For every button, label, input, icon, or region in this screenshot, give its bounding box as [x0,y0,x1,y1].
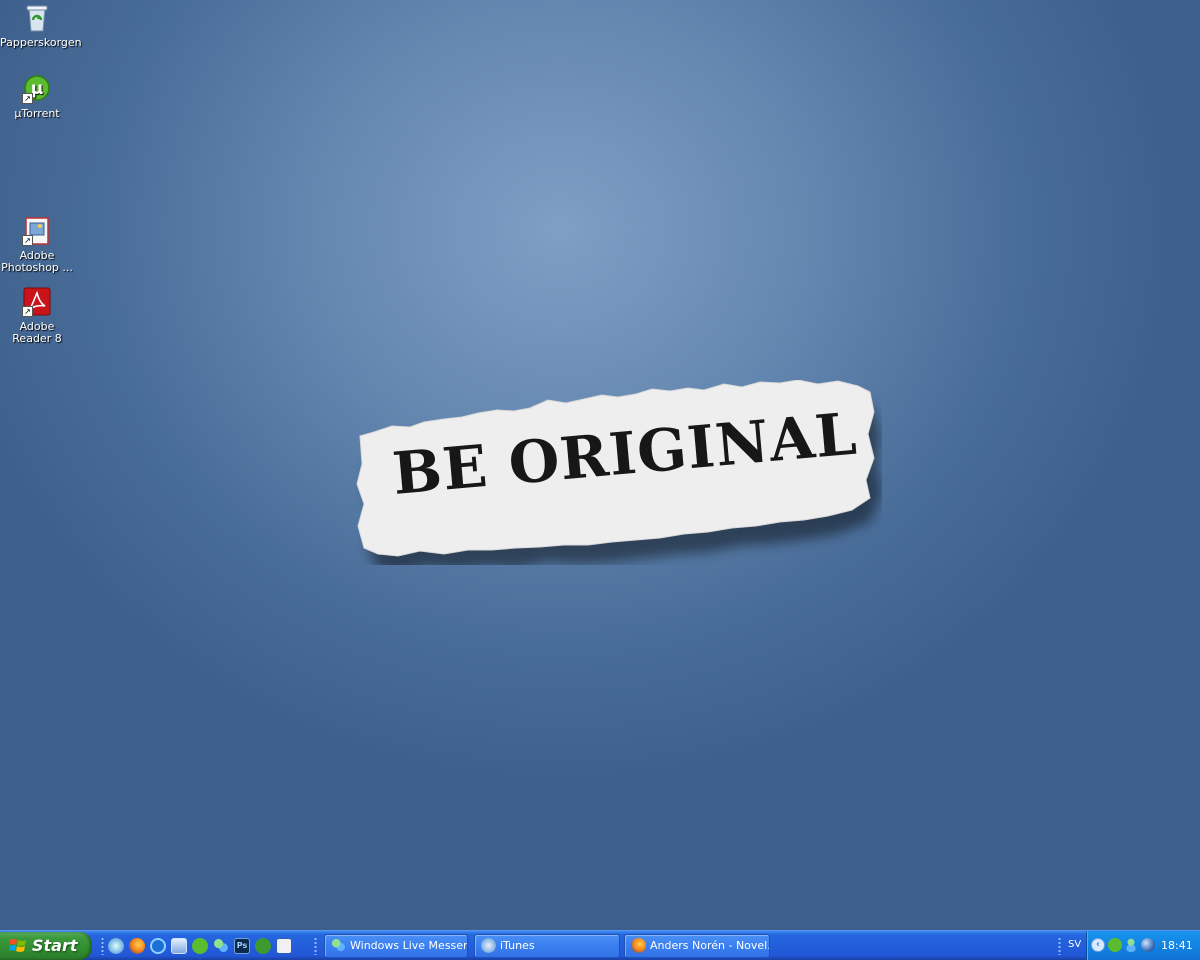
chevron-left-icon[interactable]: ‹ [1091,938,1105,952]
firefox-icon[interactable] [129,938,145,954]
internet-explorer-icon[interactable] [150,938,166,954]
start-button[interactable]: Start [0,932,92,960]
desktop-icon-label: µTorrent [14,107,60,120]
desktop-icon-label: Adobe Reader 8 [12,320,62,345]
language-grip[interactable] [1058,937,1061,955]
itunes-icon [481,938,496,953]
desktop-icon-utorrent[interactable]: µ ↗ µTorrent [0,74,74,120]
shortcut-arrow-icon: ↗ [22,93,33,104]
desktop: Papperskorgen µ ↗ µTorrent ↗ Adobe Photo… [0,0,1200,930]
desktop-icon-label: Papperskorgen [0,36,82,49]
wallpaper-paper: BE ORIGINAL [352,380,882,565]
taskbar: Start Ps Windows Live Messen... iTunes A… [0,930,1200,960]
photoshop-icon: ↗ [22,216,52,246]
system-tray: ‹ 18:41 [1086,931,1200,960]
recycle-bin-icon [22,3,52,33]
adobe-reader-icon: ↗ [22,287,52,317]
dreamweaver-icon[interactable] [255,938,271,954]
messenger-icon[interactable] [213,938,229,954]
desktop-icon-label: Adobe Photoshop ... [1,249,73,274]
task-button-firefox[interactable]: Anders Norén - Novel... [624,934,770,958]
itunes-icon[interactable] [108,938,124,954]
clock[interactable]: 18:41 [1161,931,1193,960]
windows-logo-icon [9,939,26,952]
desktop-icon-photoshop[interactable]: ↗ Adobe Photoshop ... [0,216,74,274]
quick-launch-grip[interactable] [101,937,104,955]
task-button-label: Anders Norén - Novel... [650,939,770,952]
desktop-icon-recycle-bin[interactable]: Papperskorgen [0,3,82,49]
word-icon[interactable] [276,938,292,954]
language-indicator[interactable]: SV [1068,939,1081,950]
messenger-icon[interactable] [1124,938,1138,952]
task-button-messenger[interactable]: Windows Live Messen... [324,934,468,958]
firefox-icon [631,938,646,953]
desktop-icon-adobe-reader[interactable]: ↗ Adobe Reader 8 [0,287,74,345]
quick-launch-bar: Ps [108,936,292,956]
network-globe-icon[interactable] [1141,938,1155,952]
task-button-label: Windows Live Messen... [350,939,468,952]
utorrent-icon[interactable] [1108,938,1122,952]
task-button-label: iTunes [500,939,535,952]
messenger-icon [331,938,346,953]
shortcut-arrow-icon: ↗ [22,235,33,246]
task-button-itunes[interactable]: iTunes [474,934,620,958]
utorrent-icon: µ ↗ [22,74,52,104]
photoshop-icon[interactable]: Ps [234,938,250,954]
utorrent-icon[interactable] [192,938,208,954]
start-label: Start [32,936,78,955]
shortcut-arrow-icon: ↗ [22,306,33,317]
show-desktop-icon[interactable] [171,938,187,954]
taskbar-grip[interactable] [314,937,317,955]
